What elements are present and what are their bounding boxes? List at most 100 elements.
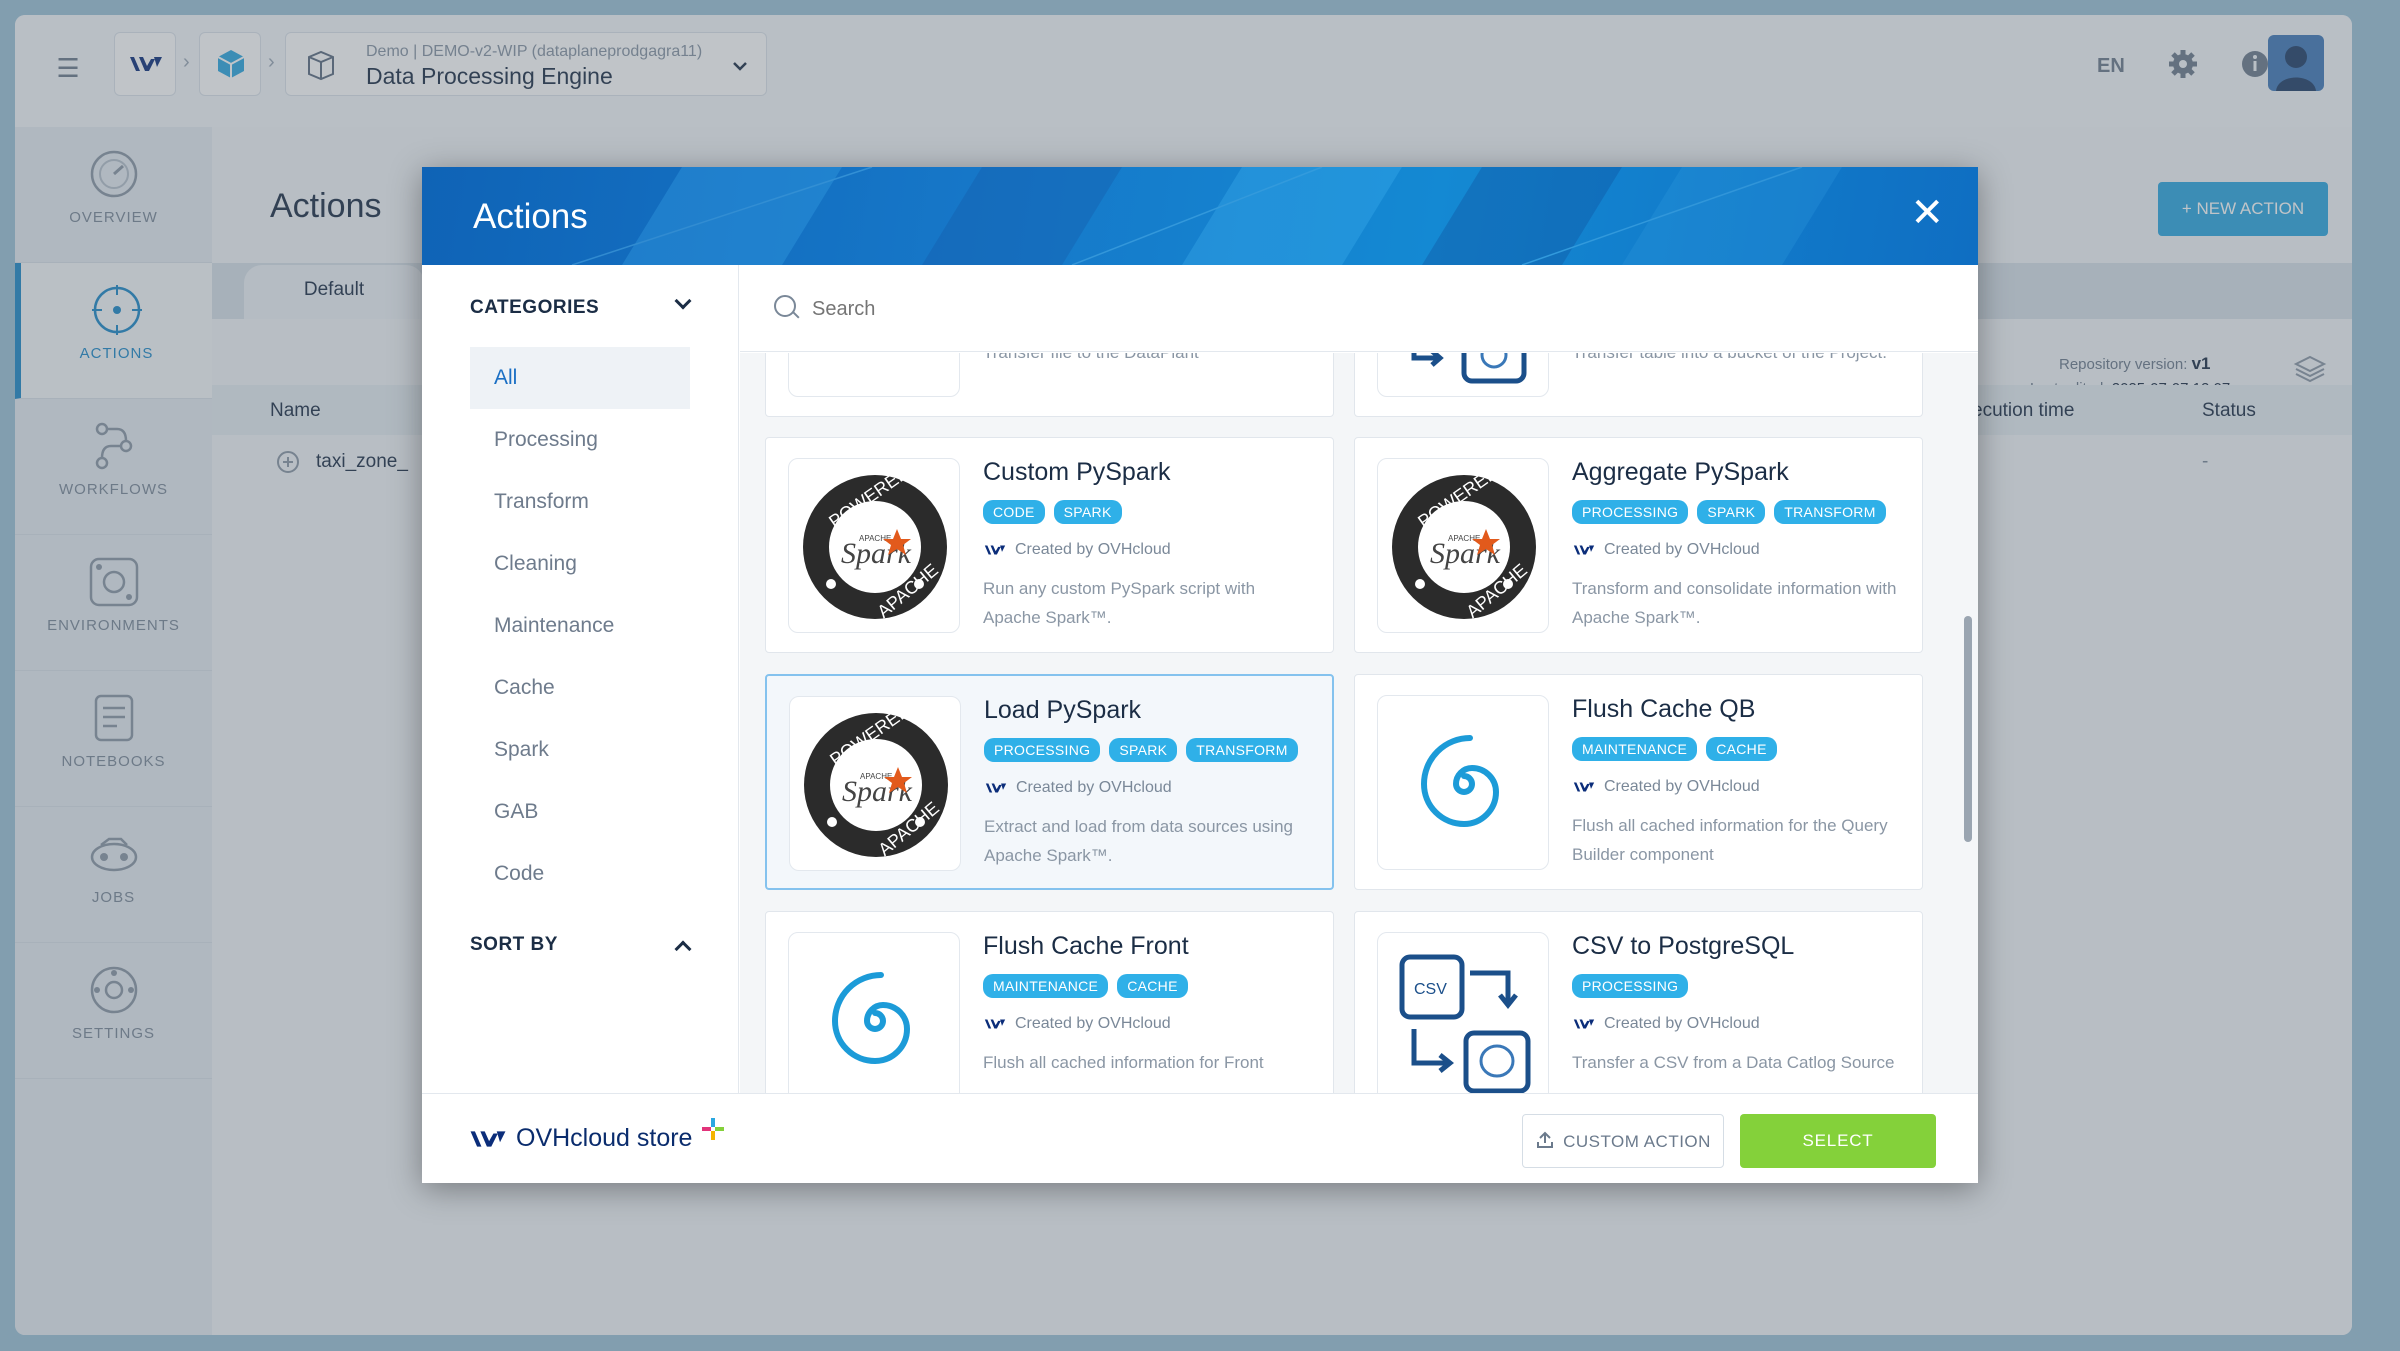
swirl-icon bbox=[831, 972, 911, 1065]
tag: SPARK bbox=[1109, 738, 1178, 762]
card-description: Flush all cached information for Front bbox=[983, 1053, 1264, 1072]
csv-label: CSV bbox=[1414, 981, 1447, 998]
card-tags: MAINTENANCE CACHE bbox=[1572, 737, 1777, 761]
card-thumbnail: POWERED BY APACHE APACHE Spark bbox=[789, 696, 961, 871]
ovh-logo-icon bbox=[1573, 545, 1595, 555]
category-all[interactable]: All bbox=[470, 347, 690, 409]
tag: SPARK bbox=[1053, 500, 1122, 524]
card-title: Flush Cache Front bbox=[983, 932, 1189, 960]
card-creator: Created by OVHcloud bbox=[1572, 778, 1760, 796]
creator-label: Created by OVHcloud bbox=[1015, 541, 1171, 558]
card-description: Extract and load from data sources using… bbox=[984, 817, 1293, 865]
close-icon[interactable]: ✕ bbox=[1910, 191, 1944, 235]
actions-modal: Actions ✕ CATEGORIES All Processing Tran… bbox=[422, 167, 1978, 1183]
actions-grid: Transfer file to the DataPlant Transfer … bbox=[740, 353, 1978, 1093]
card-creator: Created by OVHcloud bbox=[983, 1015, 1171, 1033]
category-spark[interactable]: Spark bbox=[470, 719, 690, 781]
category-panel: CATEGORIES All Processing Transform Clea… bbox=[422, 265, 739, 1093]
custom-action-button[interactable]: CUSTOM ACTION bbox=[1522, 1114, 1724, 1168]
card-title: Aggregate PySpark bbox=[1572, 458, 1789, 486]
ovh-logo-icon bbox=[985, 783, 1007, 793]
category-cleaning[interactable]: Cleaning bbox=[470, 533, 690, 595]
card-description: Transfer table into a bucket of the Proj… bbox=[1572, 353, 1902, 367]
action-card-custom-pyspark[interactable]: POWERED BY APACHE APACHE Spark Custom Py… bbox=[765, 437, 1334, 653]
select-button[interactable]: SELECT bbox=[1740, 1114, 1936, 1168]
search-bar bbox=[740, 265, 1978, 352]
action-card-transfer-file[interactable]: Transfer file to the DataPlant bbox=[765, 353, 1334, 417]
header-pattern bbox=[571, 167, 1842, 265]
categories-heading[interactable]: CATEGORIES bbox=[470, 297, 599, 319]
creator-label: Created by OVHcloud bbox=[1604, 1015, 1760, 1032]
swirl-icon bbox=[1420, 735, 1500, 828]
card-title: Flush Cache QB bbox=[1572, 695, 1756, 723]
creator-label: Created by OVHcloud bbox=[1016, 779, 1172, 796]
card-thumbnail bbox=[788, 353, 960, 397]
custom-action-label: CUSTOM ACTION bbox=[1563, 1132, 1711, 1151]
card-description: Transfer file to the DataPlant bbox=[983, 353, 1313, 367]
card-creator: Created by OVHcloud bbox=[984, 779, 1172, 797]
creator-label: Created by OVHcloud bbox=[1604, 778, 1760, 795]
upload-icon bbox=[1537, 1131, 1554, 1148]
card-thumbnail bbox=[1377, 353, 1549, 397]
tag: MAINTENANCE bbox=[983, 974, 1109, 998]
modal-header: Actions ✕ bbox=[422, 167, 1978, 265]
modal-footer: OVHcloud store CUSTOM ACTION SELECT bbox=[422, 1093, 1978, 1183]
action-card-csv-to-postgresql[interactable]: CSV CSV to PostgreSQL PROCESSING Created… bbox=[1354, 911, 1923, 1093]
card-creator: Created by OVHcloud bbox=[1572, 1015, 1760, 1033]
sparkle-icon bbox=[702, 1117, 725, 1140]
card-thumbnail: POWERED BY APACHE APACHE Spark bbox=[1377, 458, 1549, 633]
card-description: Transfer a CSV from a Data Catlog Source bbox=[1572, 1053, 1895, 1072]
card-title: CSV to PostgreSQL bbox=[1572, 932, 1795, 960]
apache-spark-logo-icon: POWERED BY APACHE APACHE Spark bbox=[803, 459, 947, 622]
sort-by-heading[interactable]: SORT BY bbox=[470, 934, 558, 956]
apache-spark-logo-icon: POWERED BY APACHE APACHE Spark bbox=[804, 697, 948, 860]
action-card-transfer-table[interactable]: Transfer table into a bucket of the Proj… bbox=[1354, 353, 1923, 417]
chevron-up-icon[interactable] bbox=[674, 940, 692, 958]
scrollbar[interactable] bbox=[1964, 616, 1972, 842]
card-tags: PROCESSING bbox=[1572, 974, 1689, 998]
csv-to-database-icon: CSV bbox=[1399, 954, 1531, 1093]
card-tags: MAINTENANCE CACHE bbox=[983, 974, 1188, 998]
creator-label: Created by OVHcloud bbox=[1604, 541, 1760, 558]
card-title: Load PySpark bbox=[984, 696, 1142, 724]
action-card-flush-cache-qb[interactable]: Flush Cache QB MAINTENANCE CACHE Created… bbox=[1354, 674, 1923, 890]
category-maintenance[interactable]: Maintenance bbox=[470, 595, 690, 657]
creator-label: Created by OVHcloud bbox=[1015, 1015, 1171, 1032]
apache-spark-logo-icon: POWERED BY APACHE APACHE Spark bbox=[1392, 459, 1536, 622]
transfer-database-icon bbox=[1411, 353, 1527, 384]
ovh-logo-icon bbox=[984, 1019, 1006, 1029]
category-transform[interactable]: Transform bbox=[470, 471, 690, 533]
ovh-logo-icon bbox=[470, 1130, 506, 1147]
action-card-flush-cache-front[interactable]: Flush Cache Front MAINTENANCE CACHE Crea… bbox=[765, 911, 1334, 1093]
action-card-load-pyspark[interactable]: POWERED BY APACHE APACHE Spark Load PySp… bbox=[765, 674, 1334, 890]
tag: SPARK bbox=[1697, 500, 1766, 524]
search-input[interactable] bbox=[812, 289, 1512, 329]
tag: CACHE bbox=[1117, 974, 1188, 998]
ovh-logo-icon bbox=[1573, 782, 1595, 792]
category-code[interactable]: Code bbox=[470, 843, 690, 905]
search-icon bbox=[774, 295, 796, 317]
card-thumbnail: CSV bbox=[1377, 932, 1549, 1093]
category-cache[interactable]: Cache bbox=[470, 657, 690, 719]
card-creator: Created by OVHcloud bbox=[983, 541, 1171, 559]
tag: MAINTENANCE bbox=[1572, 737, 1698, 761]
modal-title: Actions bbox=[473, 197, 588, 236]
tag: PROCESSING bbox=[1572, 500, 1689, 524]
tag: CODE bbox=[983, 500, 1045, 524]
tag: PROCESSING bbox=[1572, 974, 1689, 998]
action-card-aggregate-pyspark[interactable]: POWERED BY APACHE APACHE Spark Aggregate… bbox=[1354, 437, 1923, 653]
card-description: Run any custom PySpark script with Apach… bbox=[983, 579, 1256, 627]
store-label: OVHcloud store bbox=[516, 1124, 693, 1152]
card-creator: Created by OVHcloud bbox=[1572, 541, 1760, 559]
tag: PROCESSING bbox=[984, 738, 1101, 762]
chevron-down-icon[interactable] bbox=[674, 292, 692, 310]
category-processing[interactable]: Processing bbox=[470, 409, 690, 471]
ovh-logo-icon bbox=[1573, 1019, 1595, 1029]
card-tags: PROCESSING SPARK TRANSFORM bbox=[984, 738, 1298, 762]
category-gab[interactable]: GAB bbox=[470, 781, 690, 843]
card-title: Custom PySpark bbox=[983, 458, 1171, 486]
tag: TRANSFORM bbox=[1186, 738, 1298, 762]
card-tags: CODE SPARK bbox=[983, 500, 1122, 524]
card-thumbnail bbox=[1377, 695, 1549, 870]
card-description: Transform and consolidate information wi… bbox=[1572, 579, 1897, 627]
